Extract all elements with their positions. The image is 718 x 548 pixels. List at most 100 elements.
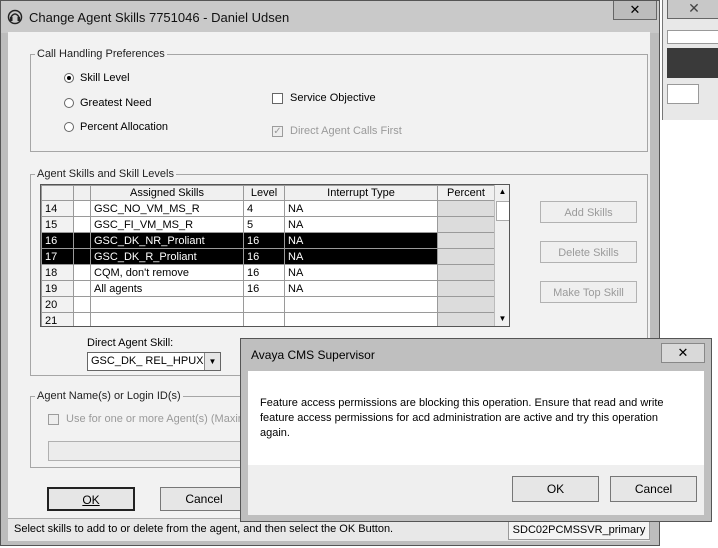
- column-header[interactable]: Level: [243, 185, 285, 201]
- background-field: [667, 84, 699, 104]
- level-cell[interactable]: [243, 296, 285, 313]
- row-marker: [73, 248, 91, 265]
- skill-cell[interactable]: GSC_DK_NR_Proliant: [90, 232, 244, 249]
- radio-skill-level[interactable]: Skill Level: [64, 72, 130, 84]
- close-icon: ✕: [677, 345, 689, 360]
- dialog-cancel-button[interactable]: Cancel: [610, 476, 697, 502]
- ok-button-label: OK: [82, 493, 100, 507]
- direct-agent-skill-value: GSC_DK_ REL_HPUX: [91, 355, 204, 367]
- row-marker: [73, 296, 91, 313]
- service-objective-checkbox[interactable]: Service Objective: [272, 92, 376, 104]
- row-number: 15: [41, 216, 74, 233]
- title-bar: Change Agent Skills 7751046 - Daniel Uds…: [1, 1, 659, 33]
- interrupt-cell[interactable]: [284, 312, 438, 326]
- level-cell[interactable]: 5: [243, 216, 285, 233]
- skill-cell[interactable]: [90, 296, 244, 313]
- background-window: ✕: [662, 0, 718, 120]
- dialog-body: Feature access permissions are blocking …: [248, 371, 704, 465]
- cms-supervisor-dialog: Avaya CMS Supervisor ✕ Feature access pe…: [240, 338, 712, 522]
- percent-cell: [437, 216, 495, 233]
- agent-names-field[interactable]: [48, 441, 244, 461]
- interrupt-cell[interactable]: NA: [284, 200, 438, 217]
- level-cell[interactable]: 16: [243, 248, 285, 265]
- column-header[interactable]: Percent: [437, 185, 495, 201]
- direct-agent-skill-select[interactable]: GSC_DK_ REL_HPUX ▼: [87, 352, 221, 371]
- level-cell[interactable]: 16: [243, 264, 285, 281]
- level-cell[interactable]: 4: [243, 200, 285, 217]
- ok-button[interactable]: OK: [47, 487, 135, 511]
- radio-label: Greatest Need: [80, 97, 152, 109]
- checkbox-label: Use for one or more Agent(s) (Maxim: [66, 413, 247, 425]
- table-row[interactable]: 18 CQM, don't remove 16 NA: [41, 264, 495, 281]
- interrupt-cell[interactable]: NA: [284, 248, 438, 265]
- dialog-message: Feature access permissions are blocking …: [260, 397, 664, 439]
- interrupt-cell[interactable]: NA: [284, 280, 438, 297]
- row-marker: [73, 232, 91, 249]
- skill-cell[interactable]: GSC_NO_VM_MS_R: [90, 200, 244, 217]
- row-marker: [73, 264, 91, 281]
- status-message: Select skills to add to or delete from t…: [14, 523, 394, 535]
- interrupt-cell[interactable]: NA: [284, 264, 438, 281]
- table-row[interactable]: 21: [41, 312, 495, 326]
- delete-skills-button[interactable]: Delete Skills: [540, 241, 637, 263]
- scroll-up-icon[interactable]: ▲: [495, 185, 509, 199]
- level-cell[interactable]: [243, 312, 285, 326]
- row-marker: [73, 200, 91, 217]
- row-number: 17: [41, 248, 74, 265]
- checkbox-box: [48, 413, 59, 425]
- skill-cell[interactable]: CQM, don't remove: [90, 264, 244, 281]
- skill-cell[interactable]: All agents: [90, 280, 244, 297]
- radio-percent-allocation[interactable]: Percent Allocation: [64, 121, 168, 133]
- interrupt-cell[interactable]: NA: [284, 232, 438, 249]
- dialog-close-button[interactable]: ✕: [661, 343, 705, 363]
- background-close-button[interactable]: ✕: [667, 0, 718, 19]
- grid-scrollbar[interactable]: ▲ ▼: [494, 185, 509, 326]
- level-cell[interactable]: 16: [243, 232, 285, 249]
- make-top-skill-button[interactable]: Make Top Skill: [540, 281, 637, 303]
- checkbox-label: Service Objective: [290, 92, 376, 104]
- cancel-button[interactable]: Cancel: [160, 487, 248, 511]
- cancel-button-label: Cancel: [185, 492, 223, 506]
- column-header[interactable]: [73, 185, 91, 201]
- level-cell[interactable]: 16: [243, 280, 285, 297]
- use-for-agents-checkbox[interactable]: Use for one or more Agent(s) (Maxim: [48, 413, 247, 425]
- percent-cell: [437, 264, 495, 281]
- dialog-footer: OK Cancel: [248, 465, 704, 515]
- background-panel: [667, 48, 718, 78]
- radio-dot-icon: [64, 98, 74, 108]
- skill-cell[interactable]: GSC_DK_R_Proliant: [90, 248, 244, 265]
- interrupt-cell[interactable]: NA: [284, 216, 438, 233]
- dialog-title: Avaya CMS Supervisor: [251, 348, 375, 362]
- table-row[interactable]: 19 All agents 16 NA: [41, 280, 495, 297]
- table-row-selected[interactable]: 17 GSC_DK_R_Proliant 16 NA: [41, 248, 495, 265]
- chevron-down-icon[interactable]: ▼: [204, 353, 220, 370]
- scroll-thumb[interactable]: [496, 201, 509, 221]
- radio-greatest-need[interactable]: Greatest Need: [64, 97, 152, 109]
- dialog-ok-button[interactable]: OK: [512, 476, 599, 502]
- column-header[interactable]: [41, 185, 74, 201]
- row-marker: [73, 280, 91, 297]
- scroll-down-icon[interactable]: ▼: [495, 312, 509, 326]
- skill-cell[interactable]: [90, 312, 244, 326]
- percent-cell: [437, 280, 495, 297]
- window-title: Change Agent Skills 7751046 - Daniel Uds…: [29, 10, 290, 25]
- add-skills-button[interactable]: Add Skills: [540, 201, 637, 223]
- table-row-selected[interactable]: 16 GSC_DK_NR_Proliant 16 NA: [41, 232, 495, 249]
- table-header-row: Assigned Skills Level Interrupt Type Per…: [41, 185, 495, 201]
- table-row[interactable]: 15 GSC_FI_VM_MS_R 5 NA: [41, 216, 495, 233]
- skill-cell[interactable]: GSC_FI_VM_MS_R: [90, 216, 244, 233]
- call-handling-legend: Call Handling Preferences: [37, 48, 165, 60]
- app-icon: [7, 9, 23, 25]
- column-header[interactable]: Interrupt Type: [284, 185, 438, 201]
- skills-grid[interactable]: Assigned Skills Level Interrupt Type Per…: [40, 184, 510, 327]
- server-indicator: SDC02PCMSSVR_primary: [508, 520, 650, 540]
- interrupt-cell[interactable]: [284, 296, 438, 313]
- column-header[interactable]: Assigned Skills: [90, 185, 244, 201]
- percent-cell: [437, 232, 495, 249]
- direct-agent-skill-label: Direct Agent Skill:: [87, 337, 174, 349]
- close-button[interactable]: ✕: [613, 1, 657, 20]
- row-number: 18: [41, 264, 74, 281]
- table-row[interactable]: 14 GSC_NO_VM_MS_R 4 NA: [41, 200, 495, 217]
- direct-agent-calls-first-checkbox[interactable]: ✓ Direct Agent Calls First: [272, 125, 402, 137]
- table-row[interactable]: 20: [41, 296, 495, 313]
